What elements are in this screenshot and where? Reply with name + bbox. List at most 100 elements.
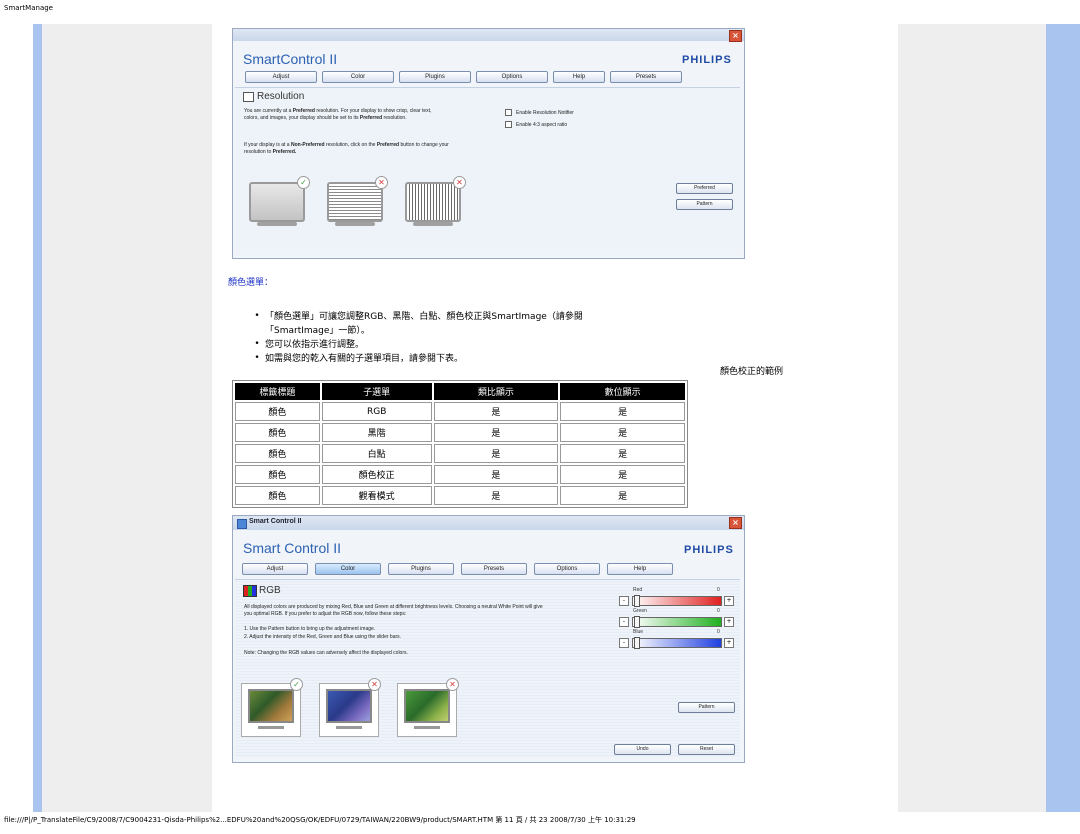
red-slider-track[interactable]	[632, 596, 722, 606]
close-icon[interactable]: ×	[729, 30, 742, 42]
section-title: Resolution	[257, 91, 305, 102]
table-cell: RGB	[321, 402, 432, 421]
table-cell: 是	[433, 402, 559, 421]
sample-photo	[404, 689, 450, 723]
p2-b: Non-Preferred	[290, 142, 325, 148]
green-slider-handle[interactable]	[634, 616, 640, 628]
table-cell: 是	[560, 444, 685, 463]
app-small-icon	[237, 519, 247, 529]
photo-thumbnail-green: ✕	[397, 678, 459, 737]
tab-plugins[interactable]: Plugins	[388, 563, 454, 575]
monitor-stand	[414, 726, 440, 729]
table-cell: 顏色	[235, 402, 320, 421]
cross-icon: ✕	[453, 176, 466, 189]
monitor-stand	[413, 222, 453, 226]
monitor-screen	[405, 182, 461, 222]
table-cell: 顏色校正	[321, 465, 432, 484]
tab-options[interactable]: Options	[476, 71, 548, 83]
pattern-button[interactable]: Pattern	[678, 702, 735, 713]
checkbox-resolution-notifier[interactable]: Enable Resolution Notifier	[505, 109, 574, 117]
reset-button[interactable]: Reset	[678, 744, 735, 755]
cross-icon: ✕	[446, 678, 459, 691]
p2-a: If your display is at a	[244, 142, 291, 148]
green-minus-button[interactable]: -	[619, 617, 629, 627]
photo-thumbnail-neutral: ✓	[241, 678, 303, 737]
p2-f: Preferred.	[272, 149, 297, 155]
p1-e: resolution.	[382, 115, 407, 121]
window-titlebar: Smart Control II ×	[233, 516, 744, 530]
checkbox-box[interactable]	[505, 109, 512, 116]
green-plus-button[interactable]: +	[724, 617, 734, 627]
red-minus-button[interactable]: -	[619, 596, 629, 606]
blue-slider-track[interactable]	[632, 638, 722, 648]
preferred-button[interactable]: Preferred	[676, 183, 733, 194]
rgb-icon	[243, 585, 257, 597]
bullet-item-1-cont: 「SmartImage」一節）。	[265, 326, 370, 336]
tab-presets[interactable]: Presets	[610, 71, 682, 83]
blue-plus-button[interactable]: +	[724, 638, 734, 648]
close-icon[interactable]: ×	[729, 517, 742, 529]
table-cell: 是	[560, 465, 685, 484]
philips-logo: PHILIPS	[682, 54, 732, 66]
section-heading: 顏色選單：	[228, 278, 274, 288]
bullet-glyph: •	[254, 353, 260, 363]
tab-adjust[interactable]: Adjust	[242, 563, 308, 575]
rgb-step-1: 1. Use the Pattern button to bring up th…	[244, 626, 376, 632]
table-cell: 顏色	[235, 423, 320, 442]
tab-presets[interactable]: Presets	[461, 563, 527, 575]
app-title: Smart Control II	[243, 540, 342, 556]
monitor-screen	[249, 182, 305, 222]
rgb-note: Note: Changing the RGB values can advers…	[244, 650, 408, 656]
photo-thumbnail-blue: ✕	[319, 678, 381, 737]
blue-minus-button[interactable]: -	[619, 638, 629, 648]
monitor-lines-thumbnail: ✕	[325, 176, 388, 230]
slider-label-red: Red	[633, 587, 643, 593]
monitor-stand	[258, 726, 284, 729]
table-cell: 觀看模式	[321, 486, 432, 505]
table-cell: 是	[433, 423, 559, 442]
slider-value-blue: 0	[717, 629, 720, 635]
undo-button[interactable]: Undo	[614, 744, 671, 755]
bullet-glyph: •	[254, 339, 260, 349]
table-cell: 是	[560, 402, 685, 421]
table-cell: 顏色	[235, 486, 320, 505]
app-title: SmartControl II	[243, 51, 338, 67]
red-plus-button[interactable]: +	[724, 596, 734, 606]
tab-help[interactable]: Help	[553, 71, 605, 83]
sample-photo	[326, 689, 372, 723]
bullet-item-3: 如需與您的乾入有關的子選單項目，請參閱下表。	[265, 354, 464, 364]
checkbox-box[interactable]	[505, 121, 512, 128]
bullet-item-2: 您可以依指示進行調整。	[265, 340, 365, 350]
checkbox-aspect-ratio[interactable]: Enable 4:3 aspect ratio	[505, 121, 567, 129]
green-slider-track[interactable]	[632, 617, 722, 627]
p2-d: Preferred	[376, 142, 400, 148]
table-cell: 白點	[321, 444, 432, 463]
content-panel: RGB All displayed colors are produced by…	[235, 579, 740, 758]
monitor-stand	[336, 726, 362, 729]
check-icon: ✓	[297, 176, 310, 189]
tab-adjust[interactable]: Adjust	[245, 71, 317, 83]
tab-plugins[interactable]: Plugins	[399, 71, 471, 83]
tab-color[interactable]: Color	[322, 71, 394, 83]
slider-label-green: Green	[633, 608, 647, 614]
tab-color[interactable]: Color	[315, 563, 381, 575]
tab-help[interactable]: Help	[607, 563, 673, 575]
smartcontrol-window-rgb: Smart Control II × Smart Control II PHIL…	[232, 515, 745, 763]
window-title: Smart Control II	[249, 518, 302, 525]
check-icon: ✓	[290, 678, 303, 691]
monitor-stand	[257, 222, 297, 226]
left-gray-column	[42, 24, 212, 812]
pattern-button[interactable]: Pattern	[676, 199, 733, 210]
table-row: 顏色 黑階 是 是	[235, 423, 685, 442]
table-cell: 顏色	[235, 444, 320, 463]
blue-slider-handle[interactable]	[634, 637, 640, 649]
cross-icon: ✕	[368, 678, 381, 691]
rgb-paragraph: All displayed colors are produced by mix…	[244, 604, 543, 617]
tab-options[interactable]: Options	[534, 563, 600, 575]
bullet-glyph: •	[254, 311, 260, 321]
table-row: 顏色 白點 是 是	[235, 444, 685, 463]
checkbox-label: Enable Resolution Notifier	[516, 109, 574, 116]
table-cell: 是	[560, 486, 685, 505]
red-slider-handle[interactable]	[634, 595, 640, 607]
monitor-preferred-thumbnail: ✓	[247, 176, 310, 230]
